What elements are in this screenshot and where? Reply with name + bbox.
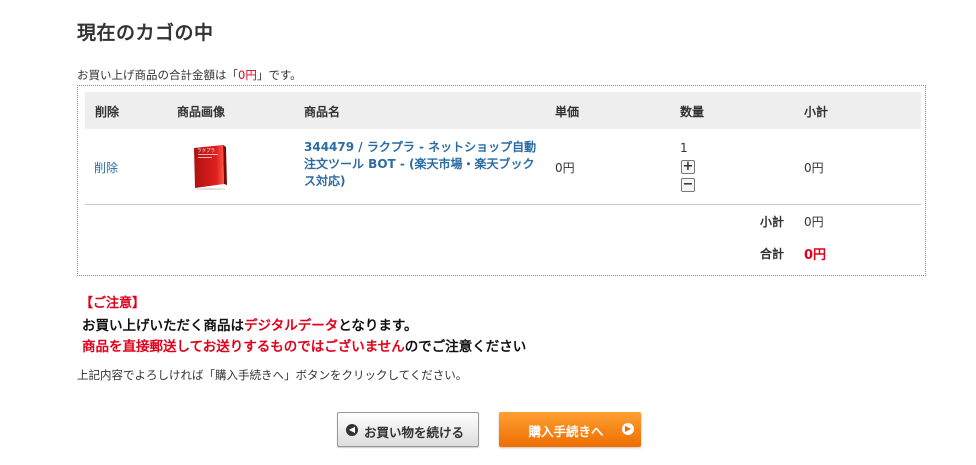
unit-price: 0円 <box>555 161 575 175</box>
continue-shopping-label: お買い物を続ける <box>364 425 465 440</box>
summary-prefix: お買い上げ商品の合計金額は「 <box>77 68 238 82</box>
header-unit-price: 単価 <box>555 105 580 119</box>
page-title: 現在のカゴの中 <box>77 22 214 44</box>
cart-table: 削除 商品画像 商品名 単価 数量 小計 削除 ラクプラ 344479 / ラク… <box>77 85 926 276</box>
notice-line-1-a: お買い上げいただく商品は <box>82 318 244 334</box>
summary-suffix: 」です。 <box>256 68 302 82</box>
continue-shopping-button[interactable]: ◀ お買い物を続ける <box>337 412 479 447</box>
delete-item-link[interactable]: 削除 <box>94 159 118 176</box>
notice-line-1-c: となります。 <box>338 318 418 334</box>
quantity-decrease-button[interactable]: − <box>681 178 695 192</box>
total-value: 0円 <box>804 248 827 263</box>
quantity-increase-button[interactable]: + <box>681 160 695 174</box>
product-image: ラクプラ <box>194 145 227 190</box>
notice-line-1-b: デジタルデータ <box>244 318 339 334</box>
checkout-instruction: 上記内容でよろしければ「購入手続きへ」ボタンをクリックしてください。 <box>77 368 468 382</box>
header-subtotal: 小計 <box>804 105 829 119</box>
summary-amount: 0円 <box>238 68 257 82</box>
subtotal-value: 0円 <box>804 215 824 229</box>
quantity-value: 1 <box>680 141 688 155</box>
total-label: 合計 <box>760 247 785 261</box>
header-image: 商品画像 <box>177 105 226 119</box>
notice-line-2-b: のでご注意ください <box>404 339 527 355</box>
product-name-link[interactable]: 344479 / ラクプラ - ネットショップ自動注文ツール BOT - (楽天… <box>304 139 544 190</box>
cart-table-header: 削除 商品画像 商品名 単価 数量 小計 <box>85 92 921 129</box>
subtotal-label: 小計 <box>760 215 785 229</box>
header-delete: 削除 <box>95 105 120 119</box>
checkout-label: 購入手続きへ <box>528 424 604 439</box>
header-quantity: 数量 <box>680 105 705 119</box>
product-image-label: ラクプラ <box>197 148 215 154</box>
header-name: 商品名 <box>304 105 341 119</box>
chevron-right-circle-icon: ▶ <box>622 423 634 435</box>
notice-heading: 【ご注意】 <box>80 296 146 311</box>
chevron-left-circle-icon: ◀ <box>346 424 358 436</box>
item-subtotal: 0円 <box>804 161 824 175</box>
notice-line-2: 商品を直接郵送してお送りするものではございませんのでご注意ください <box>82 335 526 355</box>
cart-total-summary: お買い上げ商品の合計金額は「0円」です。 <box>77 67 302 83</box>
checkout-button[interactable]: 購入手続きへ ▶ <box>499 412 641 447</box>
notice-line-2-a: 商品を直接郵送してお送りするものではございません <box>82 339 405 355</box>
row-divider <box>85 204 921 205</box>
notice-line-1: お買い上げいただく商品はデジタルデータとなります。 <box>82 314 417 334</box>
